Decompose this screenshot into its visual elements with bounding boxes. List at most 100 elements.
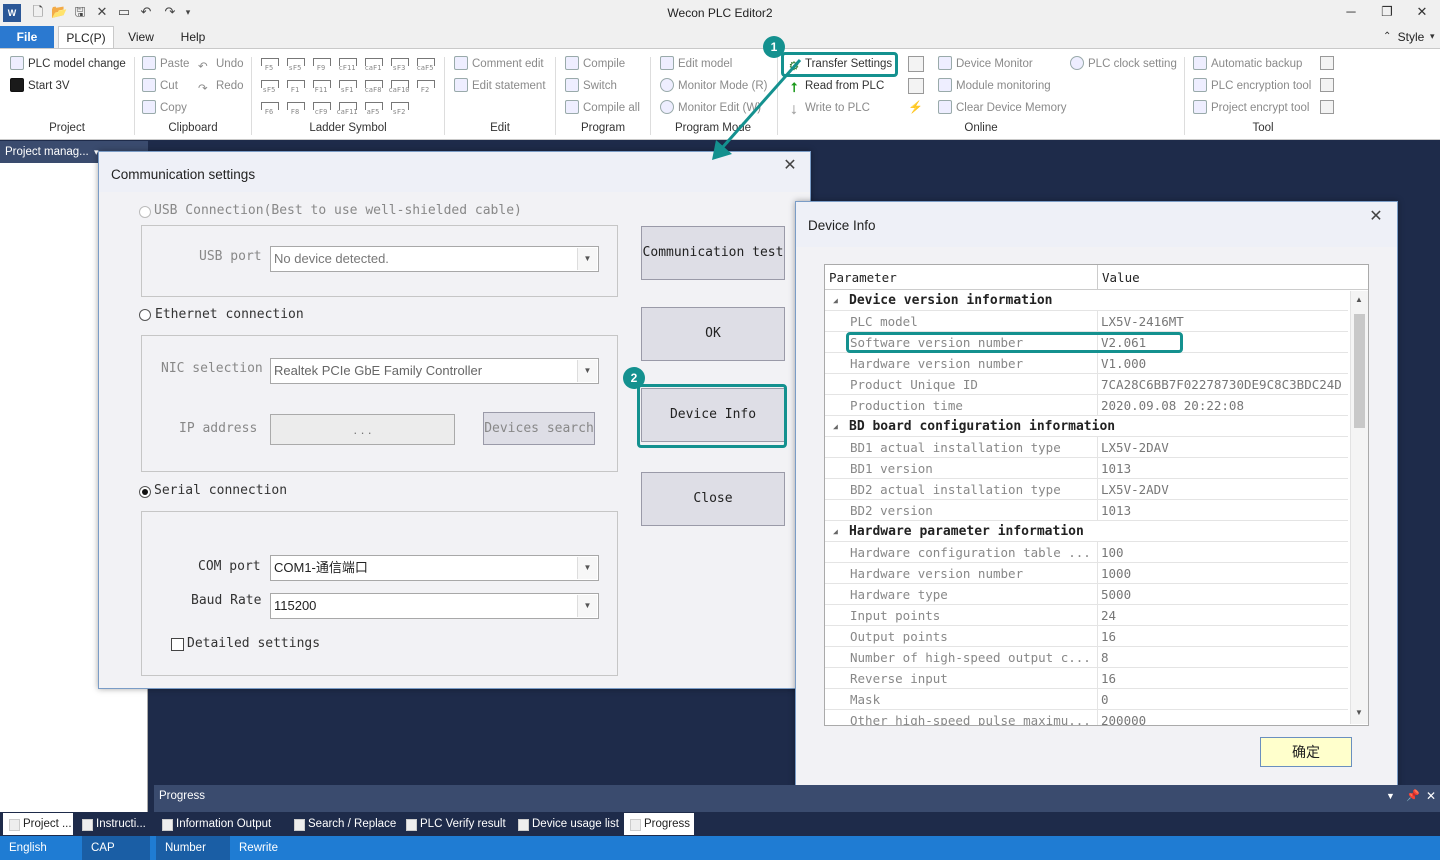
- table-row[interactable]: Other high-speed pulse maximu... 200000: [825, 710, 1348, 725]
- collapse-ribbon-icon[interactable]: ⌃: [1383, 31, 1391, 42]
- ladder-symbol-icon[interactable]: sF5: [257, 77, 281, 97]
- ladder-symbol-icon[interactable]: F9: [309, 55, 333, 75]
- start-3v-button[interactable]: Start 3V: [10, 76, 70, 96]
- baud-rate-select[interactable]: 115200 ▼: [270, 593, 599, 619]
- ladder-symbol-icon[interactable]: sF3: [387, 55, 411, 75]
- table-row[interactable]: Hardware version number V1.000: [825, 353, 1348, 374]
- restore-icon[interactable]: ❐: [1372, 2, 1402, 22]
- table-row[interactable]: Hardware configuration table ... 100: [825, 542, 1348, 563]
- table-row[interactable]: BD2 version 1013: [825, 500, 1348, 521]
- usb-port-select[interactable]: No device detected. ▼: [270, 246, 599, 272]
- tool-extra-icon[interactable]: [1320, 78, 1334, 92]
- device-monitor-tool-icon[interactable]: [908, 56, 924, 72]
- tab-project[interactable]: Project ...: [3, 813, 73, 835]
- comment-edit-button[interactable]: Comment edit: [454, 54, 544, 74]
- table-row[interactable]: BD2 actual installation type LX5V-2ADV: [825, 479, 1348, 500]
- com-port-select[interactable]: COM1-通信端口 ▼: [270, 555, 599, 581]
- table-row[interactable]: Mask 0: [825, 689, 1348, 710]
- plc-clock-setting-button[interactable]: PLC clock setting: [1070, 54, 1177, 74]
- ladder-symbol-icon[interactable]: F8: [283, 99, 307, 119]
- tab-instructions[interactable]: Instructi...: [76, 813, 148, 835]
- tab-view[interactable]: View: [118, 26, 164, 48]
- tab-progress[interactable]: Progress: [624, 813, 694, 835]
- switch-button[interactable]: Switch: [565, 76, 617, 96]
- vertical-scrollbar[interactable]: ▲ ▼: [1350, 291, 1368, 724]
- ladder-symbol-icon[interactable]: aF5: [361, 99, 385, 119]
- table-row[interactable]: BD1 version 1013: [825, 458, 1348, 479]
- grid-category-row[interactable]: ◢ BD board configuration information: [825, 416, 1348, 437]
- style-menu[interactable]: Style: [1396, 26, 1426, 48]
- device-monitor-button[interactable]: Device Monitor: [938, 54, 1033, 74]
- ladder-symbol-icon[interactable]: cF9: [309, 99, 333, 119]
- ok-button[interactable]: OK: [641, 307, 785, 361]
- table-row[interactable]: Input points 24: [825, 605, 1348, 626]
- ladder-symbol-icon[interactable]: F2: [413, 77, 437, 97]
- ladder-symbol-icon[interactable]: F6: [257, 99, 281, 119]
- ladder-symbol-icon[interactable]: sF5: [283, 55, 307, 75]
- table-row[interactable]: Hardware version number 1000: [825, 563, 1348, 584]
- ladder-symbol-icon[interactable]: caF10: [387, 77, 411, 97]
- compile-all-button[interactable]: Compile all: [565, 98, 640, 118]
- clear-device-memory-button[interactable]: Clear Device Memory: [938, 98, 1067, 118]
- ethernet-connection-radio[interactable]: [139, 309, 151, 321]
- ladder-symbol-icon[interactable]: cF11: [335, 55, 359, 75]
- devices-search-button[interactable]: Devices search: [483, 412, 595, 445]
- collapse-arrow-icon[interactable]: ◢: [833, 527, 838, 536]
- table-row[interactable]: Product Unique ID 7CA28C6BB7F02278730DE9C…: [825, 374, 1348, 395]
- grid-category-row[interactable]: ◢ Hardware parameter information: [825, 521, 1348, 542]
- table-row[interactable]: BD1 actual installation type LX5V-2DAV: [825, 437, 1348, 458]
- tab-information-output[interactable]: Information Output: [156, 813, 286, 835]
- close-panel-icon[interactable]: ✕: [1426, 785, 1436, 807]
- edit-statement-button[interactable]: Edit statement: [454, 76, 546, 96]
- ladder-symbol-icon[interactable]: caF5: [413, 55, 437, 75]
- paste-button[interactable]: Paste: [142, 54, 189, 74]
- plc-encryption-tool-button[interactable]: PLC encryption tool: [1193, 76, 1311, 96]
- module-monitoring-button[interactable]: Module monitoring: [938, 76, 1051, 96]
- grid-category-row[interactable]: ◢ Device version information: [825, 290, 1348, 311]
- online-tool-icon[interactable]: [908, 78, 924, 94]
- copy-button[interactable]: Copy: [142, 98, 187, 118]
- scroll-thumb[interactable]: [1354, 314, 1365, 428]
- ladder-symbol-icon[interactable]: sF2: [387, 99, 411, 119]
- ladder-symbol-icon[interactable]: caF11: [335, 99, 359, 119]
- ip-address-input[interactable]: . . .: [270, 414, 455, 445]
- tool-extra-icon[interactable]: [1320, 56, 1334, 70]
- collapse-arrow-icon[interactable]: ◢: [833, 296, 838, 305]
- table-row[interactable]: Production time 2020.09.08 20:22:08: [825, 395, 1348, 416]
- collapse-arrow-icon[interactable]: ◢: [833, 422, 838, 431]
- ladder-symbol-icon[interactable]: caF1: [361, 55, 385, 75]
- table-row[interactable]: PLC model LX5V-2416MT: [825, 311, 1348, 332]
- ladder-symbol-icon[interactable]: F5: [257, 55, 281, 75]
- table-row[interactable]: Number of high-speed output c... 8: [825, 647, 1348, 668]
- ladder-symbol-icon[interactable]: caF8: [361, 77, 385, 97]
- close-button[interactable]: Close: [641, 472, 785, 526]
- panel-dropdown-icon[interactable]: ▼: [1386, 785, 1395, 807]
- communication-test-button[interactable]: Communication test: [641, 226, 785, 280]
- table-row[interactable]: Output points 16: [825, 626, 1348, 647]
- confirm-button[interactable]: 确定: [1260, 737, 1352, 767]
- redo-button[interactable]: ↷ Redo: [198, 76, 244, 96]
- tab-device-usage-list[interactable]: Device usage list: [512, 813, 622, 835]
- compile-button[interactable]: Compile: [565, 54, 625, 74]
- tab-file[interactable]: File: [0, 26, 54, 48]
- style-dropdown-icon[interactable]: ▾: [1430, 31, 1435, 42]
- scroll-down-icon[interactable]: ▼: [1355, 708, 1363, 717]
- serial-connection-radio[interactable]: [139, 486, 151, 498]
- scroll-up-icon[interactable]: ▲: [1355, 295, 1363, 304]
- tab-plc[interactable]: PLC(P): [58, 26, 114, 48]
- plc-model-change-button[interactable]: PLC model change: [10, 54, 126, 74]
- tab-plc-verify-result[interactable]: PLC Verify result: [400, 813, 510, 835]
- detailed-settings-checkbox[interactable]: [171, 638, 184, 651]
- usb-connection-radio[interactable]: [139, 206, 151, 218]
- project-encrypt-tool-button[interactable]: Project encrypt tool: [1193, 98, 1309, 118]
- tab-search-replace[interactable]: Search / Replace: [288, 813, 398, 835]
- ladder-symbol-icon[interactable]: sF1: [335, 77, 359, 97]
- undo-button[interactable]: ↶ Undo: [198, 54, 244, 74]
- minimize-icon[interactable]: ─: [1336, 2, 1366, 22]
- table-row[interactable]: Reverse input 16: [825, 668, 1348, 689]
- nic-selection-select[interactable]: Realtek PCIe GbE Family Controller ▼: [270, 358, 599, 384]
- close-window-icon[interactable]: ✕: [1407, 2, 1437, 22]
- cut-button[interactable]: Cut: [142, 76, 178, 96]
- tool-extra-icon[interactable]: [1320, 100, 1334, 114]
- online-edit-icon[interactable]: ⚡: [908, 100, 924, 116]
